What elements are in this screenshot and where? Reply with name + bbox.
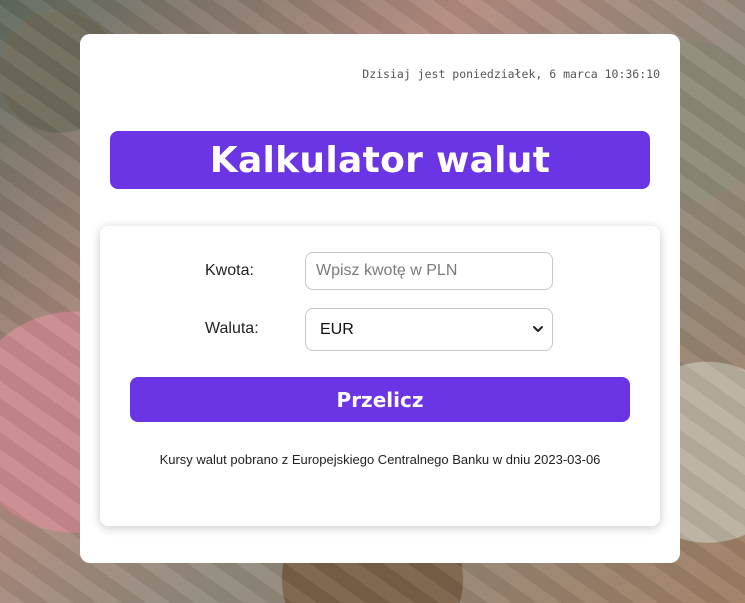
currency-label: Waluta: [205,320,259,337]
title-banner: Kalkulator walut [110,131,650,189]
amount-label: Kwota: [205,262,254,279]
page-title: Kalkulator walut [209,139,551,181]
converter-form: Kwota: Waluta: EUR Przelicz Kursy walut … [100,226,660,526]
current-date: Dzisiaj jest poniedziałek, 6 marca 10:36… [362,67,660,81]
amount-input[interactable] [306,253,552,289]
chevron-down-icon [532,320,544,339]
rates-source-note: Kursy walut pobrano z Europejskiego Cent… [159,452,601,467]
currency-selected-value: EUR [320,320,354,338]
currency-select[interactable]: EUR [305,308,553,351]
amount-field[interactable] [305,252,553,290]
convert-button[interactable]: Przelicz [130,377,630,422]
calculator-card: Dzisiaj jest poniedziałek, 6 marca 10:36… [80,34,680,563]
